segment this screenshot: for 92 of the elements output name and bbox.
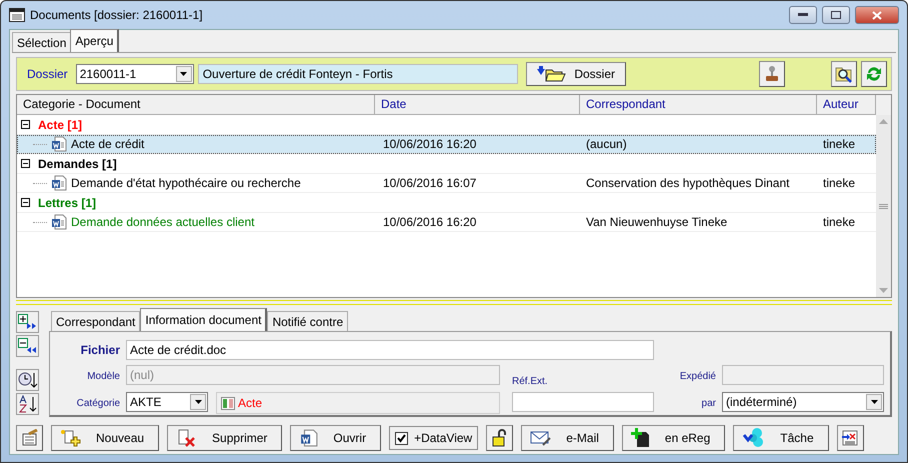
action-button[interactable]: Ouvrir [290,425,382,451]
description-field: Ouverture de crédit Fonteyn - Fortis [198,64,518,84]
action-button[interactable]: Nouveau [51,425,160,451]
document-name: Acte de crédit [71,137,144,151]
collapse-icon[interactable] [21,120,30,129]
field-label: Expédié [678,370,717,382]
word-document-icon [51,136,67,152]
icon-button[interactable] [16,425,43,451]
column-header[interactable]: Categorie - Document [17,95,375,115]
maximize-icon [831,11,841,19]
date-cell-text: 10/06/2016 16:07 [382,176,478,190]
category-dropdown[interactable]: AKTE [126,392,208,412]
notes-icon [20,429,38,447]
document-plus-icon [630,428,651,448]
dataview-checkbox[interactable]: +DataView [389,426,478,450]
minimize-icon [798,13,808,17]
tab[interactable]: Aperçu [70,29,120,52]
sort-az-icon [18,395,38,413]
document-row[interactable]: Demande données actuelles client 10/06/2016 16:20 Van Nieuwenhuyse Tineke tineke [17,213,876,232]
dossier-dropdown[interactable]: 2160011-1 [76,64,194,84]
field-label: par [700,398,717,408]
folder-icon [536,66,566,82]
column-header[interactable]: Auteur [817,95,876,115]
close-button[interactable] [855,6,899,24]
action-button[interactable]: Tâche [733,425,829,451]
tab[interactable]: Correspondant [51,311,140,331]
tab[interactable]: Sélection [12,32,72,52]
minimize-button[interactable] [789,6,817,24]
field-label: Modèle [86,370,121,382]
collapse-all-icon [18,338,38,354]
action-button[interactable]: en eReg [622,425,726,451]
vertical-scrollbar[interactable] [876,115,891,297]
field-label: Fichier [80,343,121,357]
window-title: Documents [dossier: 2160011-1] [30,8,203,22]
sort-alphabetical-button[interactable] [16,393,39,415]
padlock-icon [492,429,508,447]
group-label: Demandes [1] [38,156,117,170]
correspondent-cell-text: (aucun) [585,137,628,151]
external-reference-field[interactable] [512,392,654,412]
refresh-icon [865,65,883,83]
stamp-icon [764,65,780,83]
sent-by-dropdown[interactable]: (indéterminé) [722,392,884,412]
file-field[interactable]: Acte de crédit.doc [126,340,654,360]
dossier-button[interactable]: Dossier [526,62,626,86]
date-cell-text: 10/06/2016 16:20 [382,137,478,151]
maximize-button[interactable] [822,6,850,24]
word-document-icon [299,429,320,447]
clock-arrow-icon [18,371,38,389]
author-cell-text: tineke [822,137,856,151]
field-label: Catégorie [76,398,121,408]
word-document-icon [51,175,67,191]
action-button[interactable]: e-Mail [521,425,614,451]
icon-button[interactable] [836,425,864,451]
close-icon [872,10,882,20]
tab[interactable]: Information document [140,308,268,331]
search-button[interactable] [831,61,857,87]
date-cell-text: 10/06/2016 16:20 [382,215,478,229]
icon-button[interactable] [486,425,514,451]
group-label: Acte [1] [38,118,82,132]
new-document-icon [60,429,82,447]
document-row[interactable]: Acte de crédit 10/06/2016 16:20 (aucun) tineke [17,135,876,154]
tab[interactable]: Notifié contre [267,311,348,331]
checkmark-icon [397,434,406,442]
author-cell-text: tineke [822,215,856,229]
action-button[interactable]: Supprimer [167,425,282,451]
stamp-button[interactable] [759,61,785,87]
refresh-button[interactable] [861,61,887,87]
document-name: Demande données actuelles client [71,215,254,229]
group-label: Lettres [1] [38,196,96,210]
window-icon [9,8,25,22]
exit-icon [841,429,860,447]
column-header[interactable]: Correspondant [580,95,817,115]
category-display: Acte [216,392,500,414]
field-label: Réf.Ext. [512,376,549,387]
author-cell-text: tineke [822,176,856,190]
correspondent-cell-text: Van Nieuwenhuyse Tineke [585,215,728,229]
grip-icon[interactable] [879,204,888,208]
expand-all-icon [18,314,38,330]
sort-by-time-button[interactable] [16,369,39,391]
search-icon [835,65,853,83]
category-icon [221,396,235,410]
document-name: Demande d'état hypothécaire ou recherche [71,176,301,190]
envelope-icon [530,430,552,446]
collapse-icon[interactable] [21,198,30,207]
dossier-label: Dossier [27,67,68,81]
document-row[interactable]: Demande d'état hypothécaire ou recherche 10/06/2016 16:07 Conservation des hypothèques Dinant tineke [17,174,876,193]
correspondent-cell-text: Conservation des hypothèques Dinant [585,176,790,190]
column-header[interactable]: Date [375,95,580,115]
expand-all-button[interactable] [16,311,39,333]
collapse-all-button[interactable] [16,335,39,357]
collapse-icon[interactable] [21,159,30,168]
word-document-icon [51,214,67,230]
